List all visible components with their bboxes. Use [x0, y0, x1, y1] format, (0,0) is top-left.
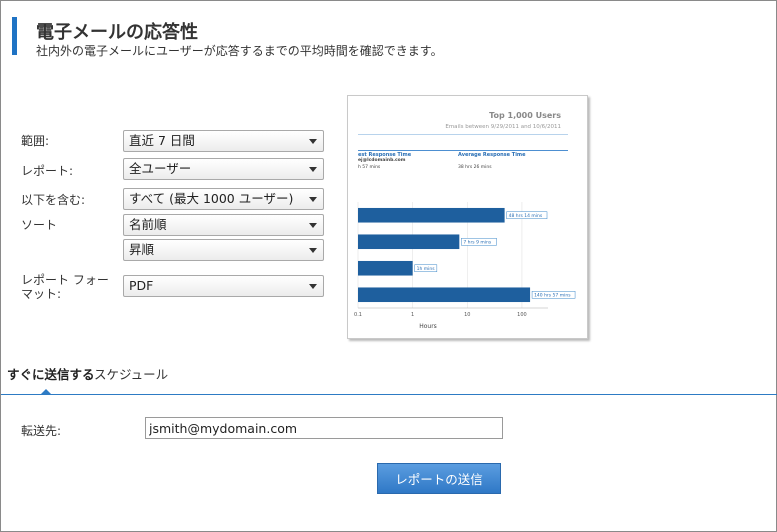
page-subtitle: 社内外の電子メールにユーザーが応答するまでの平均時間を確認できます。	[36, 44, 443, 58]
order-select-value: 昇順	[129, 242, 155, 257]
chevron-down-icon	[309, 248, 317, 253]
format-select[interactable]: PDF	[123, 275, 324, 297]
preview-table-rule	[358, 150, 568, 151]
format-label: レポート フォーマット:	[21, 273, 109, 301]
preview-subtitle: Emails between 9/29/2011 and 10/6/2011	[445, 124, 561, 130]
report-preview: Top 1,000 Users Emails between 9/29/2011…	[347, 95, 588, 339]
sort-select[interactable]: 名前順	[123, 214, 324, 236]
preview-col2-header: Average Response Time	[458, 152, 526, 158]
forward-to-input[interactable]	[145, 417, 503, 439]
tab-schedule[interactable]: スケジュール	[94, 364, 168, 383]
order-select[interactable]: 昇順	[123, 239, 324, 261]
chart-tick-label: 10	[464, 312, 470, 318]
chart-tick-label: 1	[411, 312, 414, 318]
chevron-down-icon	[309, 223, 317, 228]
preview-bar-chart: 0.1 1 10 100 48 hrs 14 mins 7 hrs 9 mins 1h mi…	[354, 202, 576, 330]
chart-x-axis-label: Hours	[419, 323, 437, 330]
preview-cell-best: h 57 mins	[358, 165, 381, 170]
format-select-value: PDF	[129, 278, 154, 293]
chevron-down-icon	[309, 284, 317, 289]
preview-title: Top 1,000 Users	[489, 111, 561, 120]
email-responsiveness-panel: 電子メールの応答性 社内外の電子メールにユーザーが応答するまでの平均時間を確認で…	[0, 0, 777, 532]
chart-tick-label: 0.1	[354, 312, 362, 318]
tab-send-now[interactable]: すぐに送信する	[7, 364, 95, 383]
header-accent-bar	[12, 17, 17, 55]
sort-select-value: 名前順	[129, 217, 167, 232]
chart-bar	[358, 287, 531, 303]
report-label: レポート:	[21, 164, 74, 178]
include-label: 以下を含む:	[21, 193, 86, 207]
send-report-button[interactable]: レポートの送信	[377, 463, 501, 494]
range-label: 範囲:	[21, 134, 50, 148]
chart-bar	[358, 207, 505, 223]
chart-bar	[358, 234, 460, 250]
chart-data-label: 7 hrs 9 mins	[463, 240, 492, 246]
chart-data-label: 1h mins	[417, 266, 436, 272]
chart-data-label: 140 hrs 57 mins	[534, 293, 571, 299]
preview-divider	[358, 134, 568, 135]
range-select-value: 直近 7 日間	[129, 133, 195, 148]
include-select-value: すべて (最大 1000 ユーザー)	[129, 191, 294, 206]
chart-data-label: 48 hrs 14 mins	[509, 213, 543, 219]
report-select-value: 全ユーザー	[129, 161, 192, 176]
delivery-tabs: すぐに送信する スケジュール	[1, 362, 777, 396]
tab-divider	[1, 394, 777, 395]
page-title: 電子メールの応答性	[36, 22, 198, 43]
range-select[interactable]: 直近 7 日間	[123, 130, 324, 152]
chart-tick-label: 100	[517, 312, 527, 318]
chevron-down-icon	[309, 167, 317, 172]
chart-bar	[358, 260, 413, 276]
chevron-down-icon	[309, 139, 317, 144]
preview-cell-average: 38 hrs 26 mins	[458, 165, 492, 170]
chevron-down-icon	[309, 197, 317, 202]
include-select[interactable]: すべて (最大 1000 ユーザー)	[123, 188, 324, 210]
preview-cell-email: ej@lcdomainb.com	[358, 158, 406, 163]
sort-label: ソート	[21, 218, 58, 232]
forward-to-label: 転送先:	[21, 424, 62, 438]
report-select[interactable]: 全ユーザー	[123, 158, 324, 180]
